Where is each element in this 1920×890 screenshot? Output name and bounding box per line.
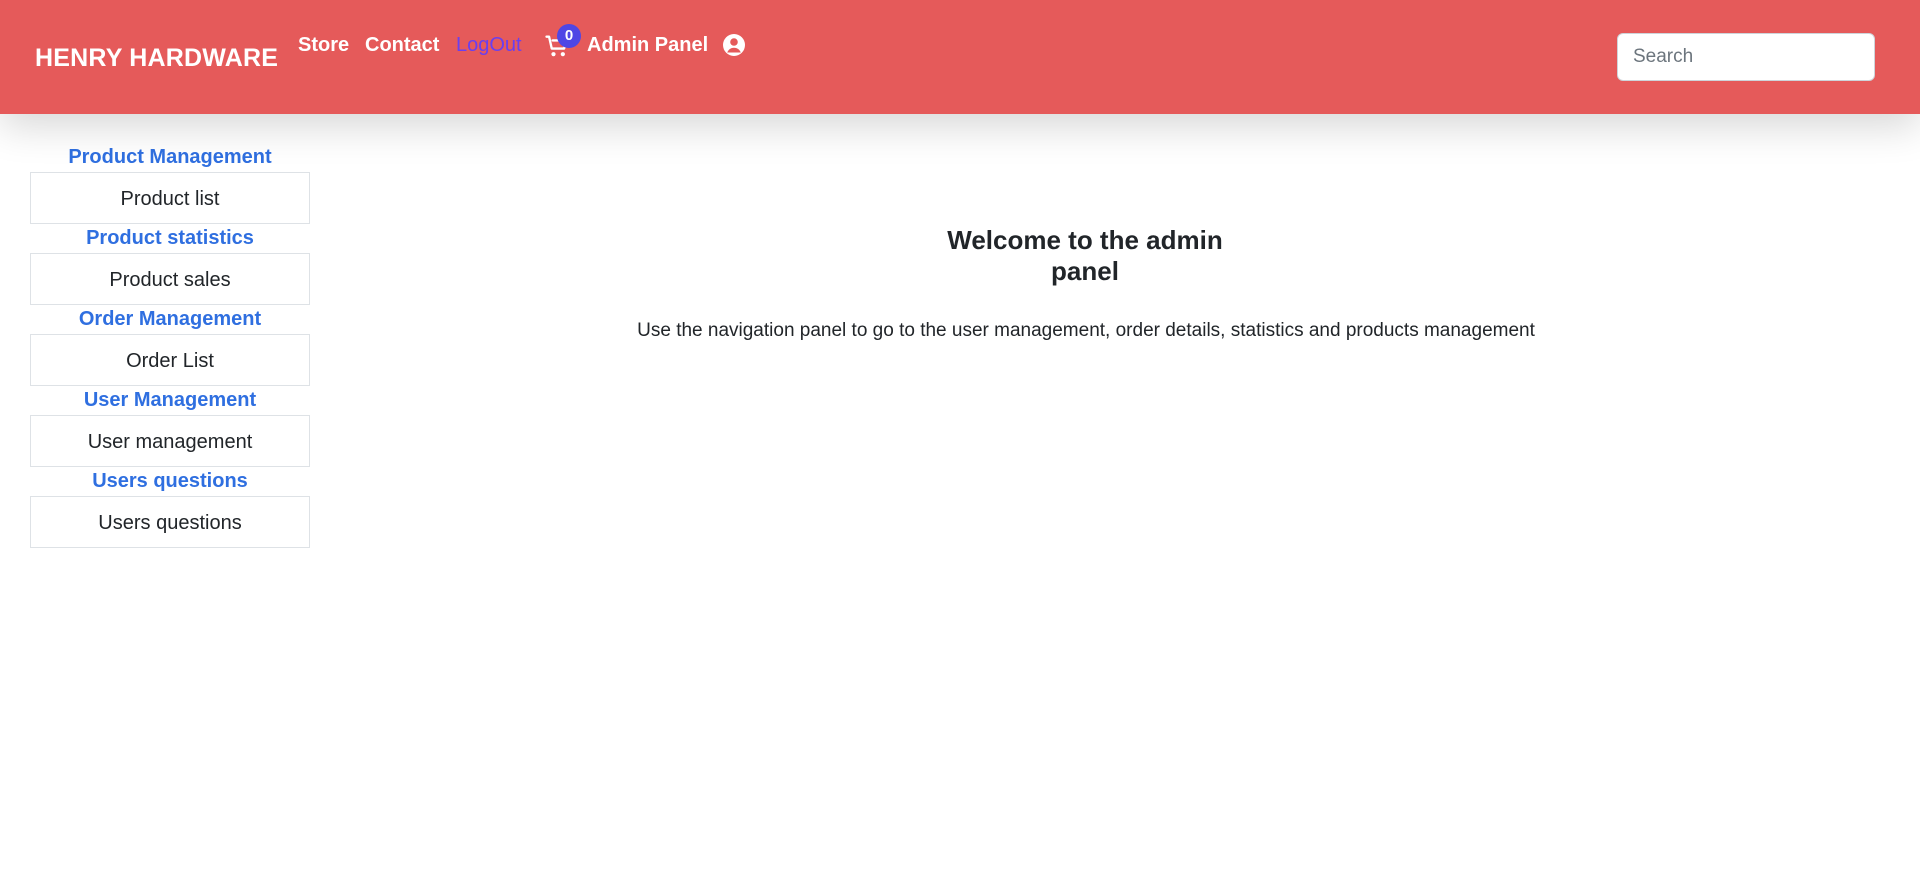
user-management-button[interactable]: User management xyxy=(30,415,310,467)
sidebar-section-product-statistics: Product statistics Product sales xyxy=(30,227,310,305)
users-questions-button[interactable]: Users questions xyxy=(30,496,310,548)
nav-contact-link[interactable]: Contact xyxy=(365,34,439,57)
sidebar-section-order-management: Order Management Order List xyxy=(30,308,310,386)
sidebar-section-product-management: Product Management Product list xyxy=(30,146,310,224)
page-title: Welcome to the admin panel xyxy=(947,225,1223,286)
nav-store-link[interactable]: Store xyxy=(298,34,349,57)
sidebar-section-user-management: User Management User management xyxy=(30,389,310,467)
search-input[interactable] xyxy=(1617,33,1875,81)
cart-count-badge: 0 xyxy=(557,24,581,48)
brand-logo-link[interactable]: HENRY HARDWARE xyxy=(35,44,278,73)
product-list-button[interactable]: Product list xyxy=(30,172,310,224)
product-sales-button[interactable]: Product sales xyxy=(30,253,310,305)
user-circle-icon[interactable] xyxy=(722,33,746,57)
top-navbar: HENRY HARDWARE Store Contact LogOut 0 Ad… xyxy=(0,0,1920,114)
page-description: Use the navigation panel to go to the us… xyxy=(637,320,1535,341)
admin-sidebar: Product Management Product list Product … xyxy=(30,146,310,551)
nav-admin-panel-link[interactable]: Admin Panel xyxy=(587,34,708,57)
nav-logout-link[interactable]: LogOut xyxy=(456,34,522,57)
sidebar-section-users-questions: Users questions Users questions xyxy=(30,470,310,548)
order-list-button[interactable]: Order List xyxy=(30,334,310,386)
